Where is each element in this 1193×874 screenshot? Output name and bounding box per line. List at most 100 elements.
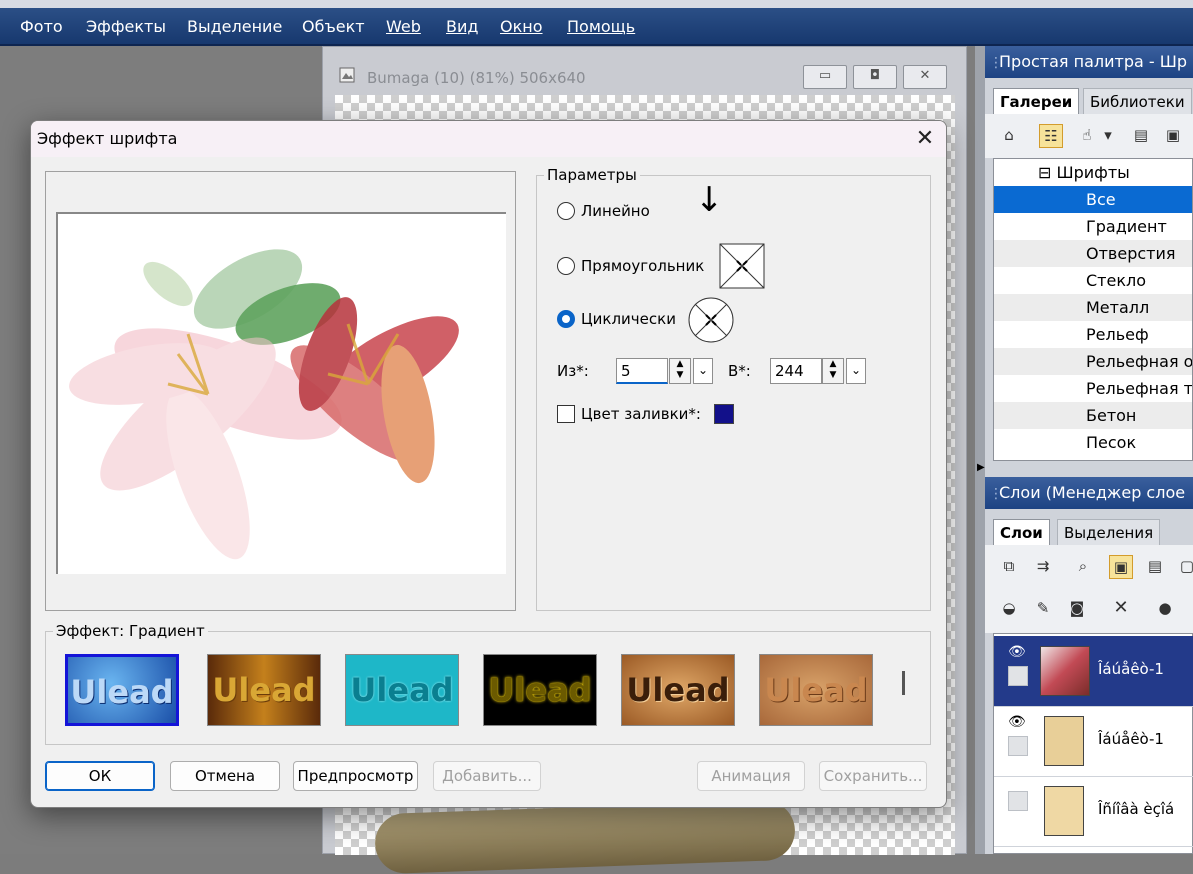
layer-thumbnail — [1044, 716, 1084, 766]
gallery-item[interactable]: Все — [994, 186, 1192, 213]
parameters-label: Параметры — [544, 166, 640, 184]
from-dropdown-icon[interactable]: ⌄ — [693, 358, 713, 384]
delete-icon[interactable]: ✕ — [1109, 597, 1133, 621]
restore-button[interactable]: ◘ — [853, 65, 897, 89]
from-spinner[interactable]: ▲ ▼ — [669, 358, 691, 384]
gallery-list: ⊟ Шрифты Все Градиент Отверстия Стекло М… — [993, 158, 1193, 461]
fill-color-swatch[interactable] — [714, 404, 734, 424]
layer-thumbnail — [1040, 646, 1090, 696]
gallery-item-label: Рельефная об — [1086, 352, 1193, 371]
menu-object[interactable]: Объект — [302, 17, 365, 36]
home-icon[interactable]: ⌂ — [997, 124, 1021, 148]
new-layer-icon[interactable]: ⧉ — [997, 555, 1021, 579]
gallery-panel-title-text: Простая палитра - Шр — [999, 52, 1187, 71]
close-document-button[interactable]: ✕ — [903, 65, 947, 89]
menu-effects[interactable]: Эффекты — [86, 17, 166, 36]
animation-button[interactable]: Анимация — [697, 761, 805, 791]
radio-rectangle[interactable] — [557, 257, 575, 275]
gallery-root-fonts[interactable]: ⊟ Шрифты — [1038, 159, 1130, 186]
layer-row[interactable]: 👁 Îáúåêò-1 — [994, 636, 1193, 707]
layer-lock-checkbox[interactable] — [1008, 791, 1028, 811]
gallery-item[interactable]: Рельефная об — [994, 348, 1193, 375]
to-spinner[interactable]: ▲ ▼ — [822, 358, 844, 384]
to-dropdown-icon[interactable]: ⌄ — [846, 358, 866, 384]
gallery-item-label: Бетон — [1086, 406, 1137, 425]
layer-row[interactable]: Îñíîâà èçîá — [994, 776, 1193, 847]
gallery-item[interactable]: Отверстия — [994, 240, 1192, 267]
radio-linear-label: Линейно — [581, 202, 650, 220]
link-icon[interactable]: ◙ — [1065, 597, 1089, 621]
preset-gold-brown[interactable]: Ulead — [207, 654, 321, 726]
close-icon[interactable]: ✕ — [911, 125, 939, 153]
menu-selection[interactable]: Выделение — [187, 17, 282, 36]
layer-thumbnail — [1044, 786, 1084, 836]
preset-blue-water[interactable]: Ulead — [65, 654, 179, 726]
panel-divider[interactable] — [975, 46, 985, 854]
color-balls-icon[interactable]: ● — [1153, 597, 1177, 621]
eye-icon[interactable]: 👁 — [1008, 714, 1026, 730]
menu-window[interactable]: Окно — [500, 17, 543, 36]
parameters-group — [536, 175, 931, 611]
menu-web[interactable]: Web — [386, 17, 421, 36]
radio-linear[interactable] — [557, 202, 575, 220]
add-button[interactable]: Добавить... — [433, 761, 541, 791]
radio-cyclic[interactable] — [557, 310, 575, 328]
gallery-panel-title[interactable]: ⋮Простая палитра - Шр — [985, 46, 1193, 78]
gallery-item[interactable]: Песок — [994, 429, 1192, 456]
menu-view[interactable]: Вид — [446, 17, 478, 36]
tab-layers[interactable]: Слои — [993, 519, 1050, 546]
save-button[interactable]: Сохранить... — [819, 761, 927, 791]
gallery-item[interactable]: Рельеф — [994, 321, 1192, 348]
document-icon — [339, 67, 355, 83]
from-input[interactable]: 5 — [616, 358, 668, 384]
tab-libraries[interactable]: Библиотеки — [1083, 88, 1192, 115]
gallery-item[interactable]: Градиент — [994, 213, 1192, 240]
lily-flowers-image — [69, 249, 459, 560]
dropdown-arrow-icon[interactable]: ▾ — [1101, 124, 1115, 148]
dialog-titlebar[interactable]: Эффект шрифта ✕ — [31, 121, 946, 157]
layer-view-icon[interactable]: ▣ — [1109, 555, 1133, 579]
cyclic-gradient-icon — [688, 297, 734, 343]
more-icon[interactable]: ▢ — [1175, 555, 1193, 579]
menu-photo[interactable]: Фото — [20, 17, 63, 36]
fill-color-checkbox[interactable] — [557, 405, 575, 423]
image-icon[interactable]: ▣ — [1161, 124, 1185, 148]
tab-galleries[interactable]: Галереи — [993, 88, 1080, 115]
layer-lock-checkbox[interactable] — [1008, 666, 1028, 686]
hand-icon[interactable]: ☝ — [1075, 124, 1099, 148]
from-label: Из*: — [557, 362, 589, 380]
to-input[interactable]: 244 — [770, 358, 822, 384]
merge-icon[interactable]: ⇉ — [1031, 555, 1055, 579]
brush-mask-icon[interactable]: ✎ — [1031, 597, 1055, 621]
gallery-item[interactable]: Рельефная те — [994, 375, 1192, 402]
radio-cyclic-label: Циклически — [581, 310, 676, 328]
layer-lock-checkbox[interactable] — [1008, 736, 1028, 756]
minimize-button[interactable]: ▭ — [803, 65, 847, 89]
preset-cyan-outline[interactable]: Ulead — [345, 654, 459, 726]
ok-button[interactable]: ОК — [45, 761, 155, 791]
tab-selections[interactable]: Выделения — [1057, 519, 1161, 546]
layer-row[interactable]: 👁 Îáúåêò-1 — [994, 706, 1193, 777]
properties-icon[interactable]: ▤ — [1143, 555, 1167, 579]
preview-button[interactable]: Предпросмотр — [293, 761, 418, 791]
cancel-button[interactable]: Отмена — [170, 761, 280, 791]
gallery-item[interactable]: Стекло — [994, 267, 1192, 294]
properties-icon[interactable]: ▤ — [1129, 124, 1153, 148]
preset-scrollbar[interactable] — [902, 671, 905, 695]
menu-help[interactable]: Помощь — [567, 17, 635, 36]
gallery-item-label: Градиент — [1086, 217, 1167, 236]
to-label: В*: — [728, 362, 751, 380]
eye-icon[interactable]: 👁 — [1008, 644, 1026, 660]
preset-wood-relief[interactable]: Ulead — [621, 654, 735, 726]
dialog-title: Эффект шрифта — [37, 129, 178, 148]
preset-sand-stone[interactable]: Ulead — [759, 654, 873, 726]
layer-name: Îáúåêò-1 — [1098, 660, 1164, 678]
zoom-layer-icon[interactable]: ⌕ — [1071, 555, 1095, 579]
layers-panel-title[interactable]: ⋮Слои (Менеджер слое — [985, 477, 1193, 509]
gallery-item[interactable]: Металл — [994, 294, 1192, 321]
collapse-arrow-icon[interactable]: ▶ — [977, 462, 985, 473]
tree-view-icon[interactable]: ☷ — [1039, 124, 1063, 148]
gallery-item[interactable]: Бетон — [994, 402, 1192, 429]
preset-yellow-neon[interactable]: Ulead — [483, 654, 597, 726]
mask-icon[interactable]: ◒ — [997, 597, 1021, 621]
